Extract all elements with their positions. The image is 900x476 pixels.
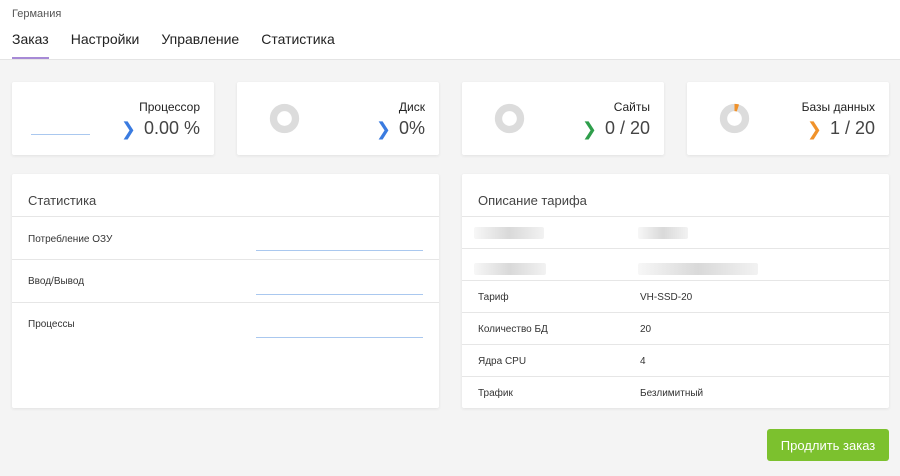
tariff-value: Безлимитный [640,388,704,399]
redacted-text [638,227,688,239]
chevron-right-icon[interactable]: ❯ [376,120,391,138]
metric-value: ❯ 0 / 20 [582,118,650,139]
metric-card-cpu: Процессор ❯ 0.00 % [12,82,214,155]
tariff-row-db-count: Количество БД 20 [462,312,889,344]
region-label: Германия [12,8,62,20]
tab-statistics[interactable]: Статистика [261,31,335,59]
tab-management[interactable]: Управление [161,31,239,59]
stat-row-io: Ввод/Вывод [12,259,439,302]
tariff-panel: Описание тарифа Тариф VH-SSD-20 Количест… [462,174,889,408]
metric-label: Сайты [613,100,650,114]
metric-card-databases: Базы данных ❯ 1 / 20 [687,82,889,155]
redacted-text [474,227,544,239]
metric-value: ❯ 0% [376,118,425,139]
metric-value: ❯ 1 / 20 [807,118,875,139]
io-sparkline [256,294,423,295]
metric-card-sites: Сайты ❯ 0 / 20 [462,82,664,155]
renew-order-button[interactable]: Продлить заказ [767,429,889,461]
disk-donut-chart [269,103,300,134]
tariff-value: 20 [640,324,652,335]
metric-value-text: 0% [398,118,425,138]
metric-card-disk: Диск ❯ 0% [237,82,439,155]
ram-sparkline [256,250,423,251]
tariff-row-plan: Тариф VH-SSD-20 [462,280,889,312]
sites-donut-chart [494,103,525,134]
panel-title: Статистика [28,193,97,208]
metric-label: Процессор [139,100,200,114]
tariff-value: VH-SSD-20 [640,292,693,303]
stat-label: Ввод/Вывод [28,276,85,287]
statistics-panel: Статистика Потребление ОЗУ Ввод/Вывод Пр… [12,174,439,408]
stat-label: Процессы [28,319,75,330]
metric-value-text: 1 / 20 [829,118,875,138]
stat-label: Потребление ОЗУ [28,234,113,245]
tariff-row-cpu-cores: Ядра CPU 4 [462,344,889,376]
metric-value-text: 0 / 20 [604,118,650,138]
metric-label: Диск [398,100,425,114]
panel-title: Описание тарифа [478,193,587,208]
tariff-label: Тариф [478,292,509,303]
tariff-label: Ядра CPU [478,356,527,367]
redacted-text [638,263,758,275]
cpu-sparkline [31,134,90,135]
metric-value-text: 0.00 % [143,118,200,138]
tariff-row-traffic: Трафик Безлимитный [462,376,889,408]
tariff-row-redacted [462,216,889,248]
tariff-label: Количество БД [478,324,548,335]
tab-settings[interactable]: Настройки [71,31,140,59]
redacted-text [474,263,546,275]
chevron-right-icon[interactable]: ❯ [121,120,136,138]
tabs: Заказ Настройки Управление Статистика [12,31,357,59]
tariff-label: Трафик [478,388,513,399]
metric-value: ❯ 0.00 % [121,118,200,139]
top-bar: Германия Заказ Настройки Управление Стат… [0,0,900,60]
stat-row-processes: Процессы [12,302,439,345]
chevron-right-icon[interactable]: ❯ [807,120,822,138]
databases-donut-chart [719,103,750,134]
stat-row-ram: Потребление ОЗУ [12,216,439,259]
tab-order[interactable]: Заказ [12,31,49,59]
processes-sparkline [256,337,423,338]
chevron-right-icon[interactable]: ❯ [582,120,597,138]
tariff-row-redacted [462,248,889,280]
metric-label: Базы данных [801,100,875,114]
tariff-value: 4 [640,356,646,367]
